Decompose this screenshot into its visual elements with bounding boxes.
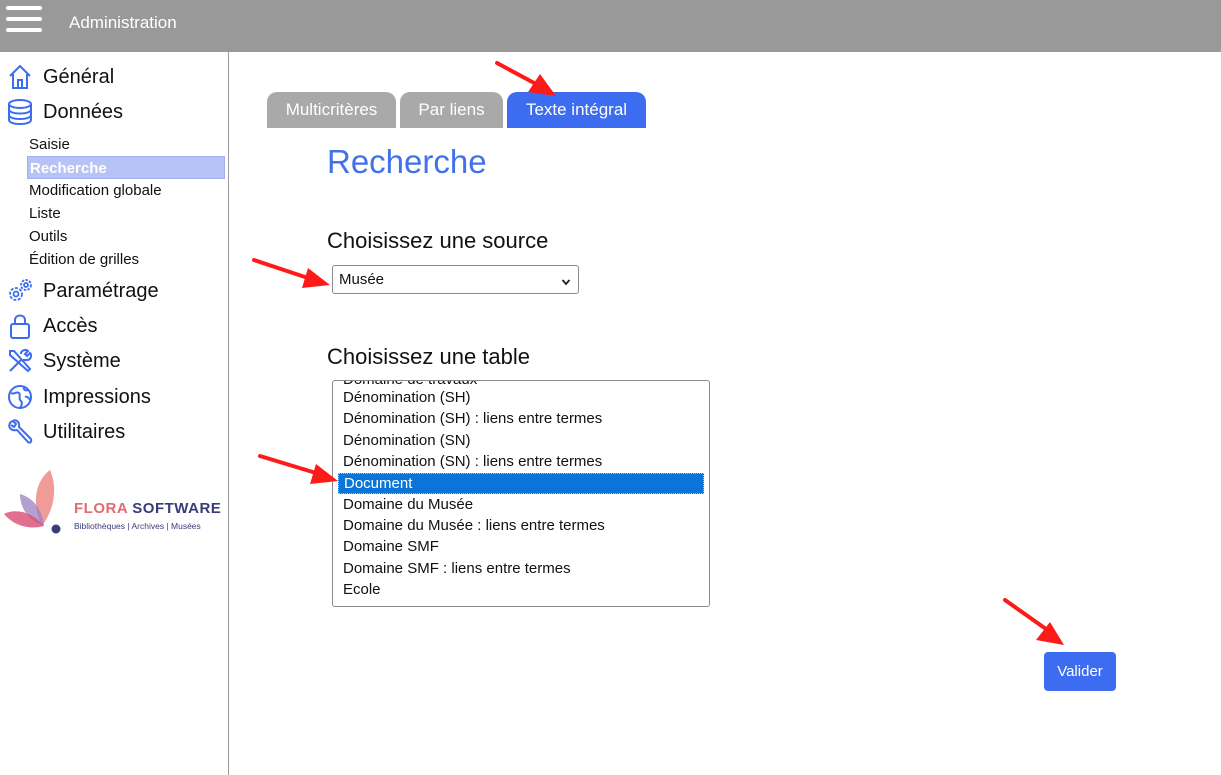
lock-icon [6,312,34,340]
sidebar-item-utilitaires[interactable]: Utilitaires [6,417,125,447]
tab-texte-integral[interactable]: Texte intégral [507,92,646,128]
annotation-arrow-icon [1003,598,1064,645]
sidebar-item-label: Données [43,100,124,123]
logo-wordmark: FLORA SOFTWARE [74,500,221,517]
sidebar-subitem-recherche[interactable]: Recherche [27,156,225,179]
sidebar-item-label: Accès [43,314,98,337]
sidebar-item-acces[interactable]: Accès [6,311,97,341]
database-icon [6,98,34,126]
flora-logo-mark [4,470,61,534]
logo-word-software: SOFTWARE [132,500,222,517]
sidebar-item-label: Système [43,349,121,372]
sidebar-subitem-edition-grilles[interactable]: Édition de grilles [29,248,227,271]
table-option[interactable]: Dénomination (SH) [338,387,704,408]
sidebar-subitem-outils[interactable]: Outils [29,225,227,248]
source-label: Choisissez une source [327,228,549,253]
table-option[interactable]: Dénomination (SN) : liens entre termes [338,451,704,472]
tools-icon [6,347,34,375]
globe-icon [6,383,34,411]
table-option[interactable]: Domaine SMF [338,536,704,557]
table-option[interactable]: Domaine du Musée : liens entre termes [338,515,704,536]
wrench-icon [6,418,34,446]
sidebar-item-label: Paramétrage [43,279,159,302]
table-label: Choisissez une table [327,344,531,369]
table-option-selected[interactable]: Document [338,473,704,494]
table-option[interactable]: Domaine SMF : liens entre termes [338,558,704,579]
sidebar-item-general[interactable]: Général [6,62,114,92]
app-title: Administration [69,13,177,32]
sidebar-item-label: Impressions [43,385,151,408]
sidebar-subitem-modification-globale[interactable]: Modification globale [29,179,227,202]
tab-par-liens[interactable]: Par liens [400,92,503,128]
sidebar-item-label: Général [43,65,115,88]
chevron-down-icon [561,274,571,291]
annotation-arrow-icon [252,258,330,288]
annotation-arrow-icon [258,454,338,484]
source-select-value: Musée [339,271,385,288]
source-select[interactable]: Musée [332,265,579,294]
valider-button[interactable]: Valider [1044,652,1116,691]
tab-multicriteres[interactable]: Multicritères [267,92,396,128]
sidebar-item-donnees[interactable]: Données [6,97,123,127]
logo-word-flora: FLORA [74,500,128,517]
page-title: Recherche [327,143,487,180]
top-bar: Administration [0,0,1221,52]
sidebar-item-parametrage[interactable]: Paramétrage [6,276,159,306]
table-option[interactable]: Ecole [338,579,704,600]
gears-icon [6,277,34,305]
table-listbox[interactable]: Domaine de travaux Dénomination (SH) Dén… [332,380,710,607]
hamburger-menu-icon[interactable] [6,6,42,34]
sidebar-subitem-saisie[interactable]: Saisie [29,133,227,156]
sidebar: Général Données Saisie Recherche Modific… [0,52,229,775]
logo-tagline: Bibliothèques | Archives | Musées [74,521,201,531]
sidebar-item-impressions[interactable]: Impressions [6,382,151,412]
table-option[interactable]: Dénomination (SH) : liens entre termes [338,408,704,429]
sidebar-subitem-liste[interactable]: Liste [29,202,227,225]
flora-software-logo: FLORA SOFTWARE Bibliothèques | Archives … [4,468,224,538]
home-icon [6,63,34,91]
sidebar-item-label: Utilitaires [43,420,126,443]
table-option[interactable]: Domaine du Musée [338,494,704,515]
sidebar-item-systeme[interactable]: Système [6,346,121,376]
table-option[interactable]: Dénomination (SN) [338,430,704,451]
